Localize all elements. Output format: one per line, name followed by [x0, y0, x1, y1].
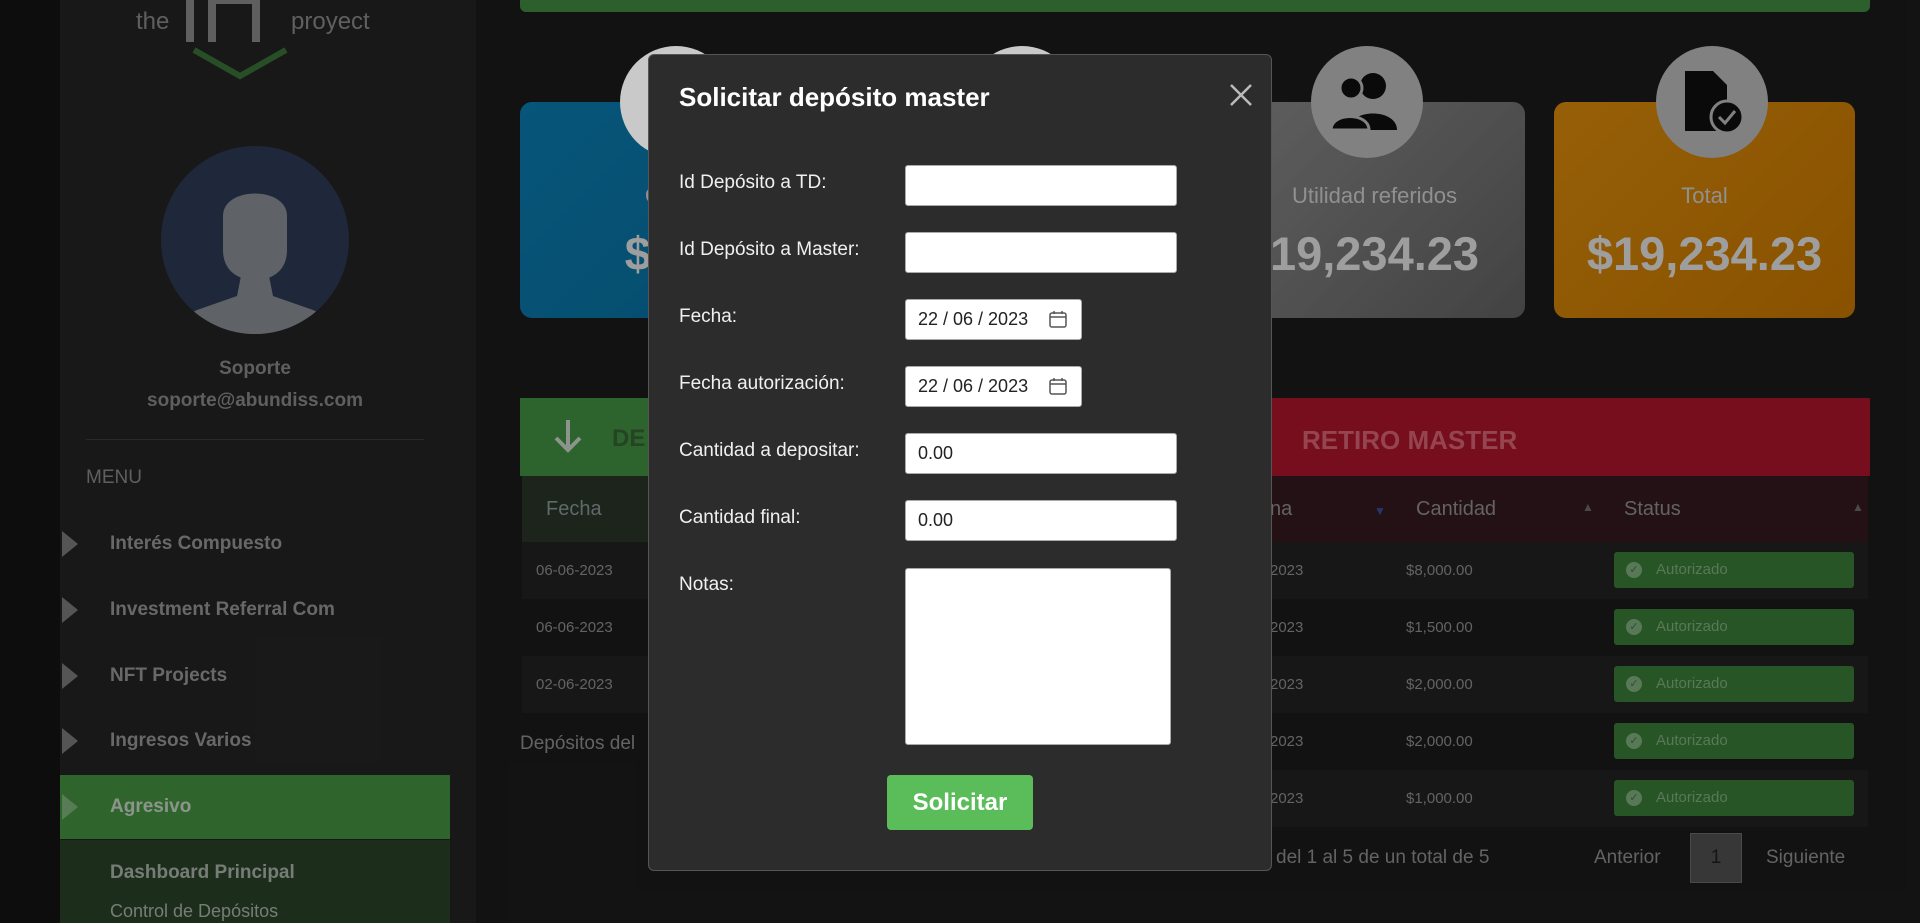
solicitar-deposito-modal: Solicitar depósito master Id Depósito a …: [648, 54, 1272, 871]
calendar-icon[interactable]: [1049, 310, 1067, 328]
label-notas: Notas:: [679, 574, 734, 595]
id-deposito-master-input[interactable]: [905, 232, 1177, 273]
close-icon[interactable]: [1227, 81, 1255, 109]
cantidad-final-input[interactable]: [905, 500, 1177, 541]
fecha-autorizacion-value: 22 / 06 / 2023: [918, 376, 1029, 396]
page: the proyect Soporte soporte@abundiss.com…: [0, 0, 1920, 923]
modal-title: Solicitar depósito master: [679, 82, 990, 112]
fecha-value: 22 / 06 / 2023: [918, 309, 1029, 329]
label-cantidad-final: Cantidad final:: [679, 507, 801, 528]
label-id-td: Id Depósito a TD:: [679, 172, 827, 193]
label-cantidad: Cantidad a depositar:: [679, 440, 860, 461]
label-fecha: Fecha:: [679, 306, 738, 327]
label-id-master: Id Depósito a Master:: [679, 239, 860, 260]
cantidad-depositar-input[interactable]: [905, 433, 1177, 474]
fecha-date-input[interactable]: 22 / 06 / 2023: [905, 299, 1082, 340]
label-fecha-autorizacion: Fecha autorización:: [679, 373, 845, 394]
id-deposito-td-input[interactable]: [905, 165, 1177, 206]
fecha-autorizacion-date-input[interactable]: 22 / 06 / 2023: [905, 366, 1082, 407]
notas-textarea[interactable]: [905, 568, 1171, 745]
solicitar-button[interactable]: Solicitar: [887, 775, 1033, 830]
calendar-icon[interactable]: [1049, 377, 1067, 395]
